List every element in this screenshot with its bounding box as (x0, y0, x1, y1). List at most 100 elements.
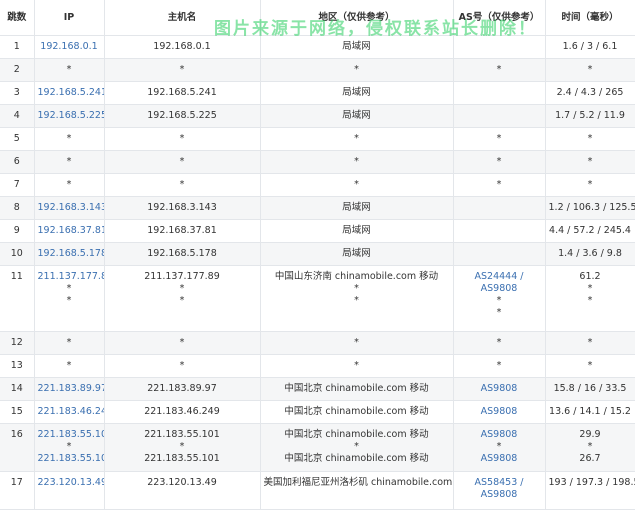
traceroute-table: 跳数 IP 主机名 地区（仅供参考） AS号（仅供参考） 时间（毫秒） 1 192… (0, 0, 635, 510)
time-cell: 1.6 / 3 / 6.1 (545, 35, 635, 59)
hop-number: 6 (0, 150, 35, 174)
as-cell (453, 81, 546, 105)
ip-text: * (66, 283, 72, 294)
ip-cell: * (34, 331, 105, 355)
table-row: 7 * * * * * (0, 173, 635, 197)
hostname-cell: 221.183.89.97 (104, 377, 261, 401)
region-cell: * (260, 127, 454, 151)
host-text: 211.137.177.89 (144, 271, 220, 282)
time-text: * (587, 337, 593, 348)
hop-number: 11 (0, 265, 35, 332)
table-row: 16221.183.55.101*221.183.55.101221.183.5… (0, 423, 635, 472)
host-text: 192.168.37.81 (147, 225, 217, 236)
header-hop: 跳数 (0, 0, 35, 36)
region-text: * (354, 441, 359, 452)
region-cell: * (260, 173, 454, 197)
ip-link[interactable]: 192.168.0.1 (38, 41, 101, 53)
host-text: 221.183.89.97 (147, 383, 217, 394)
host-text: 192.168.5.241 (147, 87, 217, 98)
time-text: 1.4 / 3.6 / 9.8 (558, 248, 622, 259)
ip-link[interactable]: 192.168.3.143 (38, 202, 104, 214)
ip-cell: 221.183.55.101*221.183.55.101 (34, 423, 105, 472)
ip-link[interactable]: 211.137.177.89 (38, 271, 104, 283)
ip-link[interactable]: 223.120.13.49 (38, 477, 104, 489)
time-cell: * (545, 331, 635, 355)
table-row: 12 * * * * * (0, 331, 635, 355)
time-text: 13.6 / 14.1 / 15.2 (549, 406, 631, 417)
region-text: 局域网 (342, 110, 371, 121)
table-row: 5 * * * * * (0, 127, 635, 151)
hostname-cell: * (104, 58, 261, 82)
ip-link[interactable]: 221.183.55.101 (38, 453, 104, 465)
as-link[interactable]: AS9808 (457, 429, 542, 441)
as-link[interactable]: AS58453 / (457, 477, 542, 489)
hop-number: 17 (0, 471, 35, 510)
ip-link[interactable]: 192.168.5.241 (38, 87, 104, 99)
region-text: * (354, 283, 359, 294)
hostname-cell: 192.168.3.143 (104, 196, 261, 220)
header-time: 时间（毫秒） (545, 0, 635, 36)
time-cell: 2.4 / 4.3 / 265 (545, 81, 635, 105)
ip-cell: 221.183.46.249 (34, 400, 105, 424)
as-link[interactable]: AS9808 (457, 406, 542, 418)
as-cell (453, 104, 546, 128)
host-text: 221.183.55.101 (144, 453, 220, 464)
header-hostname: 主机名 (104, 0, 261, 36)
hop-number: 10 (0, 242, 35, 266)
time-text: * (587, 156, 593, 167)
region-cell: * (260, 58, 454, 82)
header-as: AS号（仅供参考） (453, 0, 546, 36)
table-row: 2 * * * * * (0, 58, 635, 82)
time-cell: 1.2 / 106.3 / 125.5 (545, 196, 635, 220)
header-ip: IP (34, 0, 105, 36)
ip-cell: * (34, 127, 105, 151)
time-cell: 13.6 / 14.1 / 15.2 (545, 400, 635, 424)
ip-link[interactable]: 221.183.55.101 (38, 429, 104, 441)
ip-link[interactable]: 192.168.5.225 (38, 110, 104, 122)
host-text: * (179, 283, 185, 294)
time-text: 29.9 (579, 429, 601, 440)
time-cell: 61.2 * * (545, 265, 635, 332)
table-row: 1 192.168.0.1 192.168.0.1 局域网 1.6 / 3 / 6.1 (0, 35, 635, 59)
region-text: 局域网 (342, 225, 371, 236)
ip-link[interactable]: 221.183.46.249 (38, 406, 104, 418)
as-link[interactable]: AS9808 (457, 283, 542, 295)
time-text: * (587, 64, 593, 75)
as-link[interactable]: AS9808 (457, 453, 542, 465)
as-cell: AS9808 (453, 400, 546, 424)
as-text: * (496, 64, 502, 75)
as-text: * (496, 156, 502, 167)
hostname-cell: 192.168.0.1 (104, 35, 261, 59)
time-text: * (587, 441, 593, 452)
hostname-cell: 223.120.13.49 (104, 471, 261, 510)
as-text: * (496, 441, 502, 452)
ip-link[interactable]: 192.168.5.178 (38, 248, 104, 260)
region-text: * (354, 295, 359, 306)
as-link[interactable]: AS24444 / (457, 271, 542, 283)
table-row: 17 223.120.13.49 223.120.13.49 美国加利福尼亚州洛杉矶 … (0, 471, 635, 510)
time-text: 15.8 / 16 / 33.5 (553, 383, 627, 394)
time-text: 26.7 (579, 453, 601, 464)
region-cell: 美国加利福尼亚州洛杉矶 chinamobile.com 移动 (260, 471, 454, 510)
time-text: 1.6 / 3 / 6.1 (562, 41, 618, 52)
header-region: 地区（仅供参考） (260, 0, 454, 36)
as-text (457, 248, 542, 260)
host-text: 192.168.0.1 (153, 41, 211, 52)
region-text: 中国北京 chinamobile.com 移动 (284, 383, 429, 394)
as-link[interactable]: AS9808 (457, 383, 542, 395)
ip-link[interactable]: 221.183.89.97 (38, 383, 104, 395)
hostname-cell: 211.137.177.89 * * (104, 265, 261, 332)
region-cell: * (260, 354, 454, 378)
as-cell: * (453, 58, 546, 82)
hostname-cell: * (104, 127, 261, 151)
time-cell: 4.4 / 57.2 / 245.4 (545, 219, 635, 243)
hostname-cell: * (104, 173, 261, 197)
ip-link[interactable]: 192.168.37.81 (38, 225, 104, 237)
region-cell: 局域网 (260, 35, 454, 59)
as-link[interactable]: AS9808 (457, 489, 542, 501)
time-text: 2.4 / 4.3 / 265 (556, 87, 624, 98)
ip-cell: * (34, 354, 105, 378)
region-text: * (354, 156, 359, 167)
time-text: 61.2 (579, 271, 601, 282)
as-text (457, 87, 542, 99)
